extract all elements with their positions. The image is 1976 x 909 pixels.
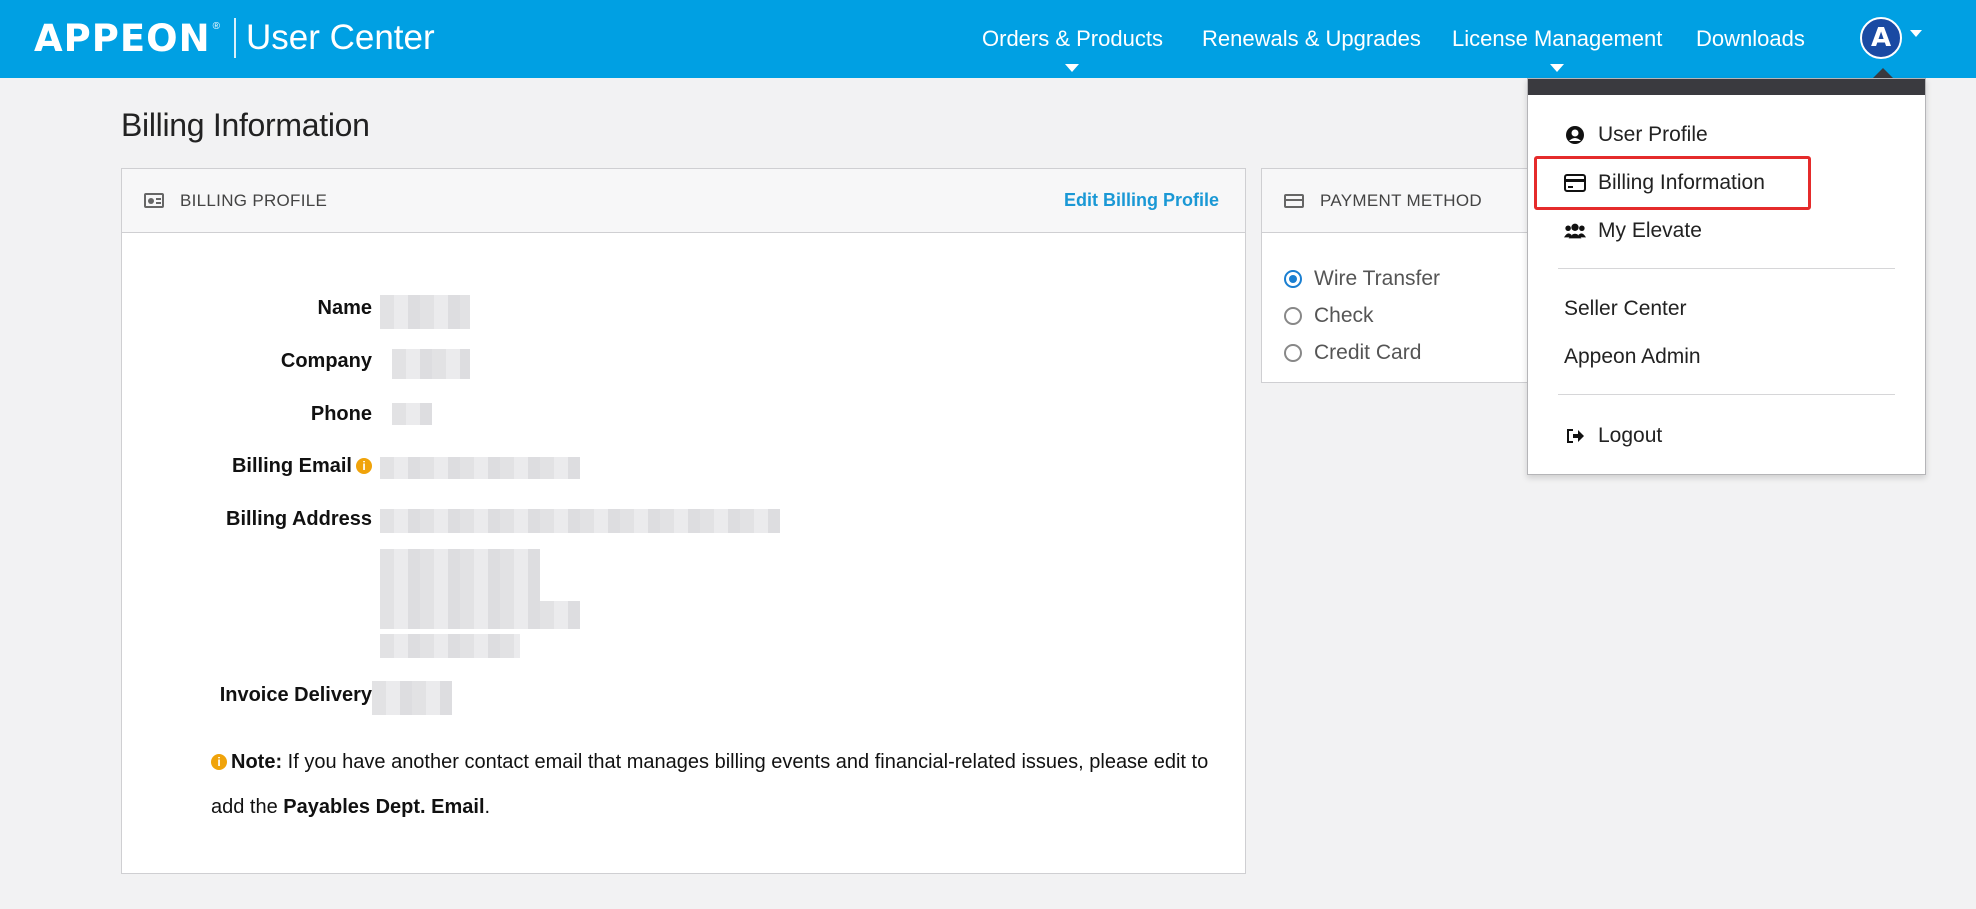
dropdown-pointer xyxy=(1873,68,1893,78)
radio-icon[interactable] xyxy=(1284,307,1302,325)
redacted-value xyxy=(380,634,520,658)
billing-profile-header: BILLING PROFILE Edit Billing Profile xyxy=(122,169,1245,233)
billing-email-label: Billing Email xyxy=(231,455,352,477)
payment-option-label: Check xyxy=(1314,304,1374,327)
payment-method-header: PAYMENT METHOD xyxy=(1262,169,1560,233)
app-title: User Center xyxy=(245,18,435,57)
menu-item-label: Seller Center xyxy=(1564,297,1687,320)
nav-label: Orders & Products xyxy=(982,26,1163,51)
nav-downloads[interactable]: Downloads xyxy=(1696,26,1805,56)
payment-option-label: Credit Card xyxy=(1314,341,1422,364)
top-bar: APPEON ® User Center Orders & Products Re… xyxy=(0,0,1976,78)
field-label-phone: Phone xyxy=(310,403,372,425)
field-label-invoice-delivery: Invoice Delivery xyxy=(219,684,372,706)
redacted-value xyxy=(392,349,470,379)
note-prefix: Note: xyxy=(231,751,283,773)
field-label-billing-email: Billing Email i xyxy=(122,455,372,478)
page-title: Billing Information xyxy=(121,107,370,143)
redacted-value xyxy=(380,549,540,601)
nav-label: License Management xyxy=(1452,26,1663,51)
info-icon[interactable]: i xyxy=(356,458,372,474)
brand-logo[interactable]: APPEON ® User Center xyxy=(34,16,435,60)
payment-option-credit-card[interactable]: Credit Card xyxy=(1284,340,1421,366)
nav-orders-products[interactable]: Orders & Products xyxy=(982,26,1163,72)
user-avatar[interactable]: A xyxy=(1860,17,1902,59)
redacted-value xyxy=(372,681,452,715)
caret-down-icon xyxy=(1065,64,1080,72)
redacted-value xyxy=(380,457,580,479)
dropdown-header-bar xyxy=(1528,79,1925,95)
nav-license-management[interactable]: License Management xyxy=(1452,26,1663,72)
menu-item-label: User Profile xyxy=(1598,123,1708,146)
nav-label: Renewals & Upgrades xyxy=(1202,26,1421,51)
field-label-name: Name xyxy=(317,297,372,319)
radio-icon[interactable] xyxy=(1284,344,1302,362)
redacted-value xyxy=(380,509,780,533)
info-icon: i xyxy=(211,754,227,770)
sign-out-icon xyxy=(1564,425,1586,447)
payment-option-check[interactable]: Check xyxy=(1284,303,1374,329)
nav-renewals-upgrades[interactable]: Renewals & Upgrades xyxy=(1202,26,1421,56)
menu-item-appeon-admin[interactable]: Appeon Admin xyxy=(1564,341,1701,373)
users-icon xyxy=(1564,220,1586,242)
menu-divider xyxy=(1558,394,1895,395)
redacted-value xyxy=(392,403,432,425)
billing-note: i Note: If you have another contact email… xyxy=(211,740,1221,830)
brand-wordmark: APPEON xyxy=(34,16,211,60)
menu-item-label: Appeon Admin xyxy=(1564,345,1701,368)
field-label-billing-address: Billing Address xyxy=(226,508,372,530)
menu-divider xyxy=(1558,268,1895,269)
payment-method-heading: PAYMENT METHOD xyxy=(1320,191,1482,210)
redacted-value xyxy=(380,295,470,329)
payment-option-label: Wire Transfer xyxy=(1314,267,1441,290)
billing-profile-heading: BILLING PROFILE xyxy=(180,191,328,210)
avatar-caret-icon[interactable] xyxy=(1910,30,1922,37)
payment-option-wire-transfer[interactable]: Wire Transfer xyxy=(1284,266,1440,292)
radio-selected-icon[interactable] xyxy=(1284,270,1302,288)
menu-item-seller-center[interactable]: Seller Center xyxy=(1564,293,1687,325)
redacted-value xyxy=(380,601,580,629)
note-suffix: . xyxy=(484,796,491,818)
user-circle-icon xyxy=(1564,124,1586,146)
menu-item-user-profile[interactable]: User Profile xyxy=(1564,119,1708,151)
menu-item-label: Logout xyxy=(1598,424,1663,447)
payment-method-card: PAYMENT METHOD Wire Transfer Check Credi… xyxy=(1261,168,1561,383)
logo-divider xyxy=(233,18,236,58)
id-card-icon xyxy=(144,193,164,208)
note-emphasis: Payables Dept. Email xyxy=(283,796,485,818)
field-label-company: Company xyxy=(280,350,372,372)
nav-label: Downloads xyxy=(1696,26,1805,51)
caret-down-icon xyxy=(1550,64,1565,72)
credit-card-icon xyxy=(1284,194,1304,208)
edit-billing-profile-link[interactable]: Edit Billing Profile xyxy=(1064,190,1219,211)
highlight-box xyxy=(1534,156,1811,210)
user-dropdown-menu: User Profile Billing Information My Elev… xyxy=(1527,78,1926,475)
menu-item-label: My Elevate xyxy=(1598,219,1702,242)
registered-mark-icon: ® xyxy=(212,20,220,32)
menu-item-my-elevate[interactable]: My Elevate xyxy=(1564,215,1702,247)
menu-item-logout[interactable]: Logout xyxy=(1564,420,1662,452)
